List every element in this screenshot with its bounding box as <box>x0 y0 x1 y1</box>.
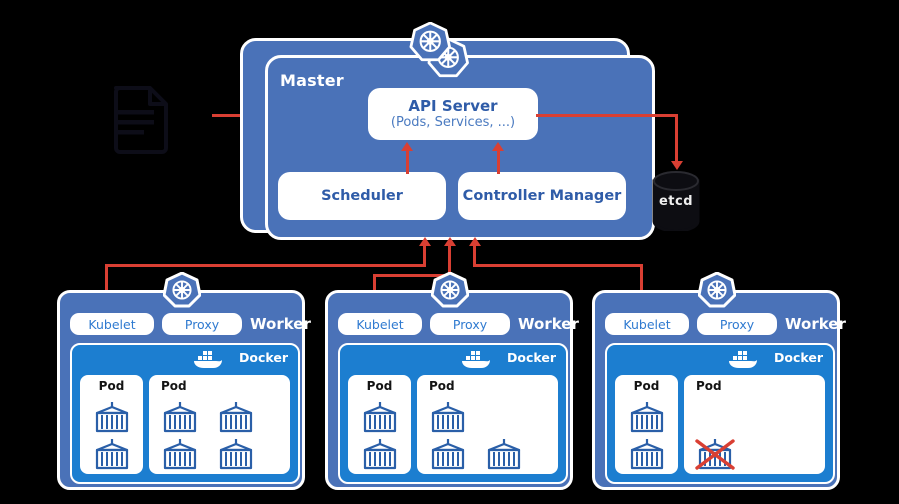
worker-2-docker-panel: Docker Pod Pod <box>338 343 568 484</box>
scheduler-label: Scheduler <box>321 188 403 204</box>
container-icon <box>427 401 469 434</box>
container-icon <box>359 401 401 434</box>
container-slot-empty <box>750 401 792 434</box>
worker-node-1[interactable]: Kubelet Proxy Worker Docker Pod Pod <box>57 290 311 490</box>
kubernetes-architecture-diagram: Master API Server (Pods, Services, ...) … <box>0 0 899 504</box>
master-label: Master <box>280 71 344 90</box>
worker-1-docker-label: Docker <box>239 350 288 365</box>
container-icon <box>215 438 257 471</box>
worker-3-kubelet-button[interactable]: Kubelet <box>605 313 689 335</box>
controller-manager-label: Controller Manager <box>462 188 622 204</box>
connector-api-to-etcd-arrowhead <box>671 161 683 170</box>
container-icon <box>159 438 201 471</box>
container-slot-empty <box>483 401 525 434</box>
docker-whale-icon <box>727 348 761 370</box>
api-server-subtitle: (Pods, Services, ...) <box>390 114 516 130</box>
worker-1-pod-1[interactable]: Pod <box>80 375 143 474</box>
worker-1-pod-2[interactable]: Pod <box>149 375 290 474</box>
container-icon <box>215 401 257 434</box>
worker-2-pod-2-label: Pod <box>429 379 455 393</box>
worker-2-kubelet-button[interactable]: Kubelet <box>338 313 422 335</box>
scheduler-box[interactable]: Scheduler <box>278 172 446 220</box>
connector-worker1-h <box>105 264 426 267</box>
container-icon <box>91 438 133 471</box>
container-icon <box>483 438 525 471</box>
container-icon <box>626 438 668 471</box>
kubernetes-wheel-icon <box>430 271 470 308</box>
docker-whale-icon <box>192 348 226 370</box>
worker-3-pod-1-label: Pod <box>633 379 660 393</box>
worker-3-pod-2-label: Pod <box>696 379 722 393</box>
document-icon <box>110 82 172 154</box>
worker-2-pod-1-label: Pod <box>366 379 393 393</box>
kubernetes-wheel-icon <box>408 21 472 78</box>
worker-2-pod-1[interactable]: Pod <box>348 375 411 474</box>
worker-1-proxy-button[interactable]: Proxy <box>162 313 242 335</box>
etcd-label: etcd <box>658 193 694 209</box>
worker-3-pod-1[interactable]: Pod <box>615 375 678 474</box>
worker-3-proxy-button[interactable]: Proxy <box>697 313 777 335</box>
worker-1-label: Worker <box>250 315 311 333</box>
connector-controller-to-api <box>497 150 500 174</box>
worker-1-kubelet-button[interactable]: Kubelet <box>70 313 154 335</box>
connector-api-to-etcd-v <box>675 114 678 163</box>
connector-api-to-etcd-h <box>536 114 678 117</box>
worker-2-proxy-button[interactable]: Proxy <box>430 313 510 335</box>
api-server-box[interactable]: API Server (Pods, Services, ...) <box>368 88 538 140</box>
connector-controller-to-api-arrowhead <box>492 142 504 151</box>
worker-2-pod-2[interactable]: Pod <box>417 375 558 474</box>
connector-scheduler-to-api <box>406 150 409 174</box>
api-server-title: API Server <box>408 96 498 115</box>
worker-3-docker-panel: Docker Pod Pod <box>605 343 835 484</box>
connector-worker3-h <box>473 264 643 267</box>
connector-scheduler-to-api-arrowhead <box>401 142 413 151</box>
container-slot-empty <box>750 438 792 471</box>
worker-node-3[interactable]: Kubelet Proxy Worker Docker Pod Pod <box>592 290 846 490</box>
container-failed-icon <box>694 438 736 471</box>
kubernetes-wheel-icon <box>162 271 202 308</box>
controller-manager-box[interactable]: Controller Manager <box>458 172 626 220</box>
container-icon <box>626 401 668 434</box>
container-icon <box>159 401 201 434</box>
docker-whale-icon <box>460 348 494 370</box>
worker-3-docker-label: Docker <box>774 350 823 365</box>
etcd-datastore: etcd <box>650 171 702 231</box>
kubernetes-wheel-icon <box>697 271 737 308</box>
worker-node-2[interactable]: Kubelet Proxy Worker Docker Pod Pod <box>325 290 579 490</box>
worker-1-docker-panel: Docker Pod Pod <box>70 343 300 484</box>
container-icon <box>359 438 401 471</box>
container-slot-empty <box>694 401 736 434</box>
container-icon <box>91 401 133 434</box>
worker-2-docker-label: Docker <box>507 350 556 365</box>
worker-1-pod-2-label: Pod <box>161 379 187 393</box>
container-icon <box>427 438 469 471</box>
worker-3-pod-2[interactable]: Pod <box>684 375 825 474</box>
worker-2-label: Worker <box>518 315 579 333</box>
worker-1-pod-1-label: Pod <box>98 379 125 393</box>
worker-3-label: Worker <box>785 315 846 333</box>
